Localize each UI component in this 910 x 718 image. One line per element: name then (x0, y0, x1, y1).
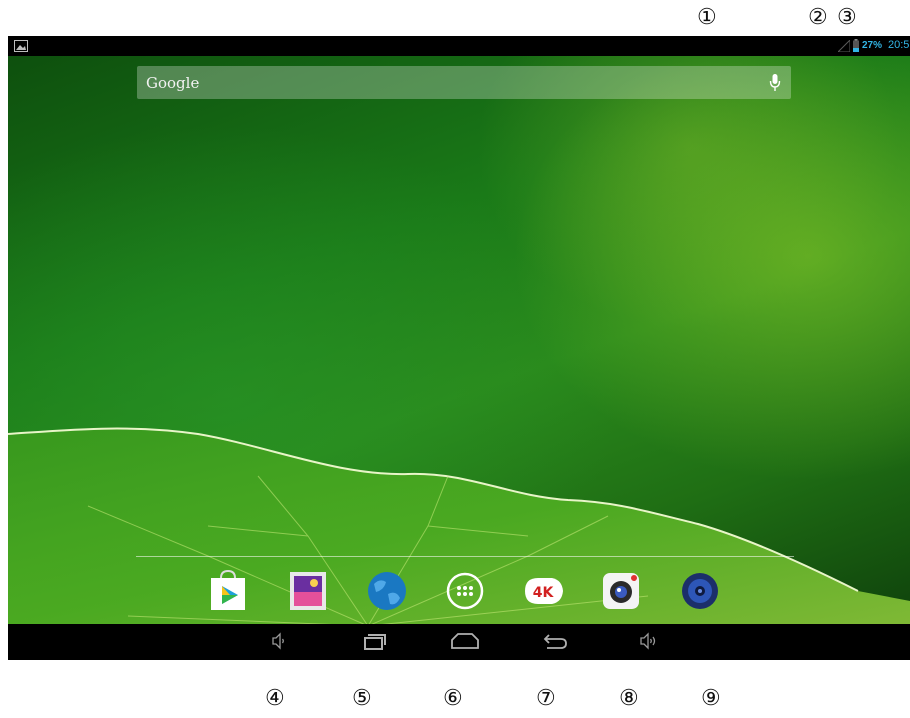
browser-icon[interactable] (366, 570, 408, 612)
recent-apps-icon[interactable] (361, 630, 387, 652)
annotation-1: ① (697, 5, 717, 30)
annotation-2: ② (808, 5, 828, 30)
annotation-9: ⑨ (701, 686, 721, 711)
play-store-icon[interactable] (207, 570, 249, 612)
annotation-7: ⑦ (536, 686, 556, 711)
4k-video-icon[interactable]: 4K (522, 570, 564, 612)
4k-label: 4K (533, 585, 555, 601)
home-icon[interactable] (450, 630, 480, 652)
mic-icon[interactable] (769, 74, 781, 92)
annotation-6: ⑥ (443, 686, 463, 711)
navigation-bar (8, 624, 910, 660)
battery-icon (853, 39, 859, 52)
camera-icon[interactable] (600, 570, 642, 612)
signal-icon (838, 40, 850, 52)
volume-up-icon[interactable] (639, 630, 659, 652)
gallery-notification-icon[interactable] (14, 40, 28, 52)
all-apps-icon[interactable] (444, 570, 486, 612)
annotation-8: ⑧ (619, 686, 639, 711)
clock: 20:5 (888, 39, 910, 51)
back-icon[interactable] (541, 630, 569, 652)
google-search-bar[interactable]: Google (137, 66, 791, 99)
volume-down-icon[interactable] (271, 630, 287, 652)
annotation-3: ③ (837, 5, 857, 30)
music-icon[interactable] (679, 570, 721, 612)
gallery-icon[interactable] (287, 570, 329, 612)
dock-divider (136, 556, 794, 557)
tablet-home-screen: 27% 20:5 Google 4K (8, 36, 910, 660)
annotation-4: ④ (265, 686, 285, 711)
search-label: Google (146, 74, 200, 92)
status-bar: 27% 20:5 (8, 36, 910, 56)
battery-percent: 27% (862, 40, 883, 51)
annotation-5: ⑤ (352, 686, 372, 711)
